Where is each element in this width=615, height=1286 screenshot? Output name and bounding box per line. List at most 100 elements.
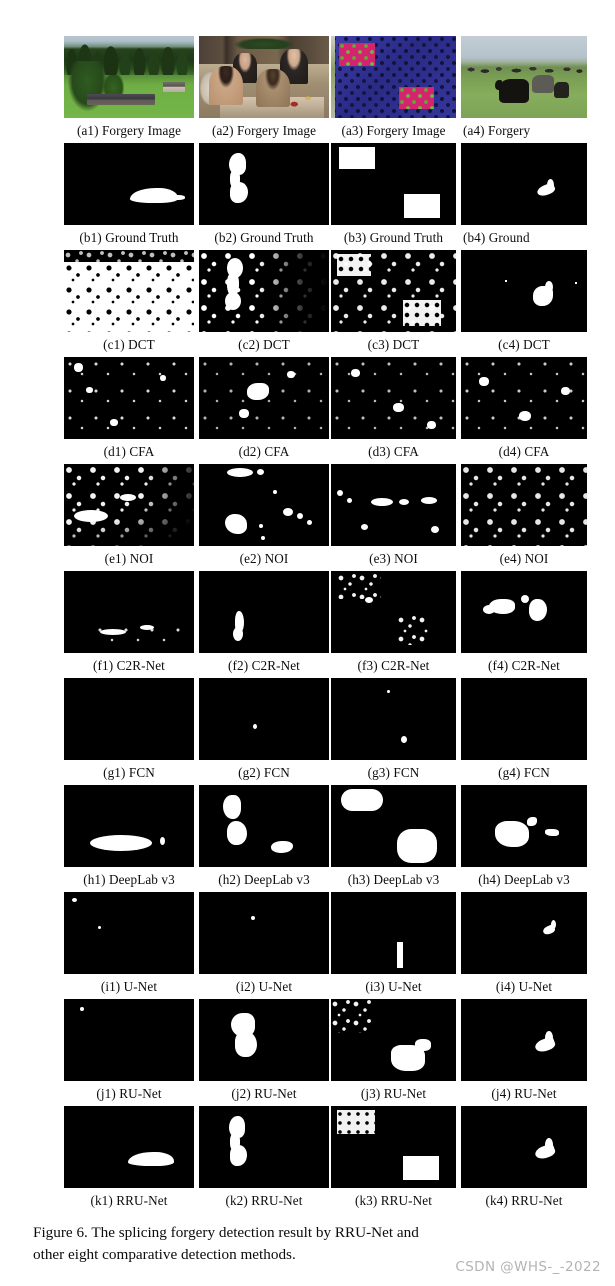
mask-blob xyxy=(225,514,247,534)
caption-e4: (e4) NOI xyxy=(499,551,549,566)
cell-j1-ru-net xyxy=(64,999,194,1081)
mask-blob xyxy=(100,629,126,635)
mask-blob xyxy=(495,821,529,847)
row-deeplab-v3: (h1) DeepLab v3 (h2) DeepLab v3 (h3) Dee… xyxy=(0,785,615,892)
mask-blob xyxy=(230,1145,247,1166)
row-labels: (k1) RRU-Net (k2) RRU-Net (k3) RRU-Net (… xyxy=(0,1188,615,1213)
caption-e2: (e2) NOI xyxy=(239,551,289,566)
row-labels: (i1) U-Net (i2) U-Net (i3) U-Net (i4) U-… xyxy=(0,974,615,999)
grey-cow xyxy=(531,75,555,94)
mask-blob xyxy=(257,469,264,475)
spliced-hut xyxy=(162,81,185,92)
cell-b4-ground-truth xyxy=(461,143,587,225)
cell-h2-deeplab-v3 xyxy=(199,785,329,867)
mask-blob xyxy=(140,625,154,630)
cell-b3-ground-truth xyxy=(331,143,456,225)
caption-b1: (b1) Ground Truth xyxy=(79,230,179,245)
row-cfa: (d1) CFA (d2) CFA (d3) CFA (d4) CFA xyxy=(0,357,615,464)
row-forgery-image: (a1) Forgery Image (a2) Forgery Image (a… xyxy=(0,36,615,143)
row-cells xyxy=(0,250,615,332)
cell-c1-dct xyxy=(64,250,194,332)
row-cells xyxy=(0,1106,615,1188)
mask-blob xyxy=(421,497,437,504)
mask-blob xyxy=(86,387,93,393)
mask-blob xyxy=(427,421,436,429)
fabric-edge xyxy=(331,36,335,118)
mask-blob xyxy=(551,920,556,929)
mask-noise xyxy=(337,573,381,599)
photo-alpine-meadow-with-barn xyxy=(64,36,194,118)
mask-blob xyxy=(397,942,403,968)
cell-h4-deeplab-v3 xyxy=(461,785,587,867)
mask-blob xyxy=(235,1031,257,1057)
mask-noise xyxy=(397,615,429,645)
mask-blob xyxy=(545,1031,553,1045)
caption-j4: (j4) RU-Net xyxy=(491,1086,557,1101)
cell-j3-ru-net xyxy=(331,999,456,1081)
caption-h1: (h1) DeepLab v3 xyxy=(83,872,175,887)
photo-cattle-in-field xyxy=(461,36,587,118)
mask-blob xyxy=(479,377,489,386)
cell-c3-dct xyxy=(331,250,456,332)
caption-a2: (a2) Forgery Image xyxy=(211,123,317,138)
caption-h2: (h2) DeepLab v3 xyxy=(218,872,310,887)
cell-i4-u-net xyxy=(461,892,587,974)
mask-blob xyxy=(397,829,437,863)
photo-indoor-family-dinner xyxy=(199,36,329,118)
mask-blob xyxy=(545,829,559,836)
caption-a4: (a4) Forgery xyxy=(463,123,531,138)
mask-blob xyxy=(233,627,243,641)
cell-g1-fcn xyxy=(64,678,194,760)
caption-g3: (g3) FCN xyxy=(367,765,420,780)
row-ru-net: (j1) RU-Net (j2) RU-Net (j3) RU-Net (j4)… xyxy=(0,999,615,1106)
caption-b3: (b3) Ground Truth xyxy=(343,230,444,245)
mask-blob xyxy=(227,821,247,845)
cell-a1-forgery-image xyxy=(64,36,194,118)
spliced-patch-top-left xyxy=(338,43,375,67)
cell-d1-cfa xyxy=(64,357,194,439)
mask-blob xyxy=(399,499,409,505)
cell-b2-ground-truth xyxy=(199,143,329,225)
caption-j3: (j3) RU-Net xyxy=(360,1086,427,1101)
mask-noise xyxy=(64,250,194,272)
caption-c1: (c1) DCT xyxy=(103,337,155,352)
row-cells xyxy=(0,785,615,867)
cell-g3-fcn xyxy=(331,678,456,760)
row-labels: (f1) C2R-Net (f2) C2R-Net (f3) C2R-Net (… xyxy=(0,653,615,678)
barn-roof xyxy=(87,94,155,105)
cell-f2-c2r-net xyxy=(199,571,329,653)
mask-noise xyxy=(64,357,194,439)
cell-c4-dct xyxy=(461,250,587,332)
mask-blob xyxy=(521,595,529,603)
cell-k3-rru-net xyxy=(331,1106,456,1188)
mask-blob xyxy=(347,498,352,503)
cell-e4-noi xyxy=(461,464,587,546)
caption-i3: (i3) U-Net xyxy=(365,979,422,994)
csdn-watermark: CSDN @WHS-_-2022 xyxy=(455,1259,601,1275)
cell-b1-ground-truth xyxy=(64,143,194,225)
row-cells xyxy=(0,678,615,760)
mask-blob xyxy=(72,898,77,902)
mask-blob xyxy=(361,524,368,530)
mask-blob xyxy=(545,1138,553,1152)
caption-f4: (f4) C2R-Net xyxy=(488,658,560,673)
figure-panel: (a1) Forgery Image (a2) Forgery Image (a… xyxy=(0,0,615,1286)
row-u-net: (i1) U-Net (i2) U-Net (i3) U-Net (i4) U-… xyxy=(0,892,615,999)
caption-j2: (j2) RU-Net xyxy=(231,1086,297,1101)
mask-blob xyxy=(110,419,118,426)
cell-h3-deeplab-v3 xyxy=(331,785,456,867)
caption-d4: (d4) CFA xyxy=(498,444,550,459)
cell-i3-u-net xyxy=(331,892,456,974)
spliced-patch-bottom-right xyxy=(398,86,434,109)
mask-blob xyxy=(273,490,277,494)
mask-blob xyxy=(160,837,165,845)
mask-blob xyxy=(169,195,185,200)
photo-blue-dotted-fabric xyxy=(331,36,456,118)
result-grid: (a1) Forgery Image (a2) Forgery Image (a… xyxy=(0,36,615,1213)
mask-blob xyxy=(387,690,390,693)
mask-blob xyxy=(575,282,577,284)
hanging-plants xyxy=(235,37,293,50)
caption-a3: (a3) Forgery Image xyxy=(341,123,446,138)
spliced-calf xyxy=(554,81,570,99)
mask-noise xyxy=(337,254,371,276)
